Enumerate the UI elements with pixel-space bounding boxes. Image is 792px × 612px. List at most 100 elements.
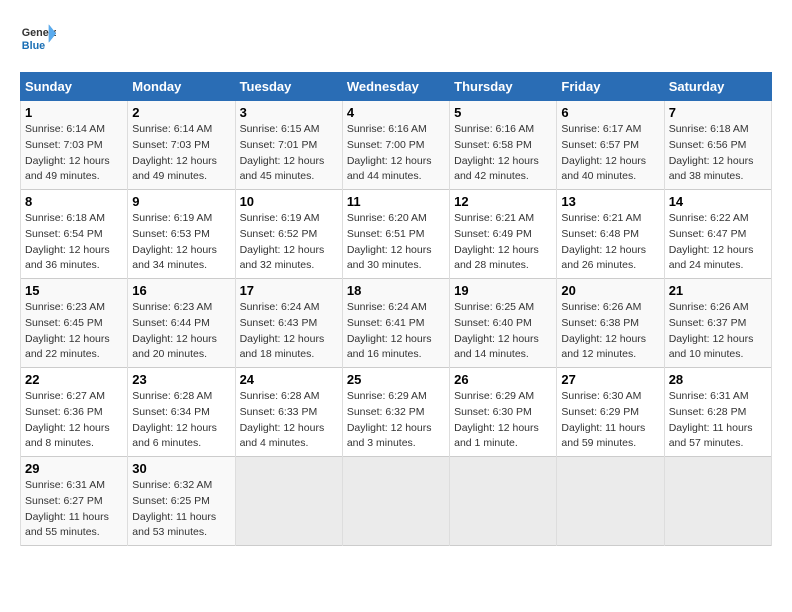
weekday-header-saturday: Saturday	[664, 73, 771, 101]
sunset-text: Sunset: 6:52 PM	[240, 228, 318, 240]
sunset-text: Sunset: 7:03 PM	[25, 139, 103, 151]
sunrise-text: Sunrise: 6:31 AM	[669, 390, 749, 402]
day-number: 18	[347, 283, 445, 298]
sunset-text: Sunset: 6:28 PM	[669, 406, 747, 418]
day-info: Sunrise: 6:29 AM Sunset: 6:30 PM Dayligh…	[454, 389, 552, 452]
weekday-header-monday: Monday	[128, 73, 235, 101]
calendar-cell: 30 Sunrise: 6:32 AM Sunset: 6:25 PM Dayl…	[128, 457, 235, 546]
day-number: 4	[347, 105, 445, 120]
day-number: 7	[669, 105, 767, 120]
daylight-text: Daylight: 12 hours and 12 minutes.	[561, 333, 646, 361]
page-header: General Blue	[20, 20, 772, 56]
day-info: Sunrise: 6:21 AM Sunset: 6:48 PM Dayligh…	[561, 211, 659, 274]
calendar-week-3: 15 Sunrise: 6:23 AM Sunset: 6:45 PM Dayl…	[21, 279, 772, 368]
day-info: Sunrise: 6:25 AM Sunset: 6:40 PM Dayligh…	[454, 300, 552, 363]
sunset-text: Sunset: 6:53 PM	[132, 228, 210, 240]
daylight-text: Daylight: 12 hours and 49 minutes.	[132, 155, 217, 183]
sunrise-text: Sunrise: 6:18 AM	[669, 123, 749, 135]
daylight-text: Daylight: 12 hours and 36 minutes.	[25, 244, 110, 272]
sunset-text: Sunset: 6:25 PM	[132, 495, 210, 507]
calendar-cell: 25 Sunrise: 6:29 AM Sunset: 6:32 PM Dayl…	[342, 368, 449, 457]
day-number: 29	[25, 461, 123, 476]
calendar-cell: 13 Sunrise: 6:21 AM Sunset: 6:48 PM Dayl…	[557, 190, 664, 279]
day-info: Sunrise: 6:16 AM Sunset: 7:00 PM Dayligh…	[347, 122, 445, 185]
calendar-cell: 6 Sunrise: 6:17 AM Sunset: 6:57 PM Dayli…	[557, 101, 664, 190]
day-info: Sunrise: 6:29 AM Sunset: 6:32 PM Dayligh…	[347, 389, 445, 452]
sunrise-text: Sunrise: 6:23 AM	[132, 301, 212, 313]
calendar-week-4: 22 Sunrise: 6:27 AM Sunset: 6:36 PM Dayl…	[21, 368, 772, 457]
daylight-text: Daylight: 11 hours and 55 minutes.	[25, 511, 109, 539]
weekday-header-thursday: Thursday	[450, 73, 557, 101]
day-info: Sunrise: 6:18 AM Sunset: 6:56 PM Dayligh…	[669, 122, 767, 185]
calendar-cell	[342, 457, 449, 546]
daylight-text: Daylight: 12 hours and 30 minutes.	[347, 244, 432, 272]
sunset-text: Sunset: 7:01 PM	[240, 139, 318, 151]
daylight-text: Daylight: 12 hours and 20 minutes.	[132, 333, 217, 361]
daylight-text: Daylight: 12 hours and 40 minutes.	[561, 155, 646, 183]
calendar-week-1: 1 Sunrise: 6:14 AM Sunset: 7:03 PM Dayli…	[21, 101, 772, 190]
sunset-text: Sunset: 6:32 PM	[347, 406, 425, 418]
sunrise-text: Sunrise: 6:16 AM	[347, 123, 427, 135]
day-number: 9	[132, 194, 230, 209]
day-number: 22	[25, 372, 123, 387]
sunrise-text: Sunrise: 6:20 AM	[347, 212, 427, 224]
daylight-text: Daylight: 12 hours and 22 minutes.	[25, 333, 110, 361]
calendar-cell: 28 Sunrise: 6:31 AM Sunset: 6:28 PM Dayl…	[664, 368, 771, 457]
day-info: Sunrise: 6:16 AM Sunset: 6:58 PM Dayligh…	[454, 122, 552, 185]
sunrise-text: Sunrise: 6:28 AM	[132, 390, 212, 402]
sunrise-text: Sunrise: 6:25 AM	[454, 301, 534, 313]
calendar-week-5: 29 Sunrise: 6:31 AM Sunset: 6:27 PM Dayl…	[21, 457, 772, 546]
day-number: 25	[347, 372, 445, 387]
sunset-text: Sunset: 6:56 PM	[669, 139, 747, 151]
sunrise-text: Sunrise: 6:31 AM	[25, 479, 105, 491]
day-number: 16	[132, 283, 230, 298]
calendar-cell	[235, 457, 342, 546]
day-number: 11	[347, 194, 445, 209]
sunset-text: Sunset: 6:47 PM	[669, 228, 747, 240]
calendar-cell: 8 Sunrise: 6:18 AM Sunset: 6:54 PM Dayli…	[21, 190, 128, 279]
calendar-cell: 18 Sunrise: 6:24 AM Sunset: 6:41 PM Dayl…	[342, 279, 449, 368]
svg-text:Blue: Blue	[22, 40, 45, 52]
calendar-cell	[450, 457, 557, 546]
sunset-text: Sunset: 6:57 PM	[561, 139, 639, 151]
calendar-cell: 10 Sunrise: 6:19 AM Sunset: 6:52 PM Dayl…	[235, 190, 342, 279]
calendar-cell: 3 Sunrise: 6:15 AM Sunset: 7:01 PM Dayli…	[235, 101, 342, 190]
sunrise-text: Sunrise: 6:29 AM	[347, 390, 427, 402]
calendar-cell: 23 Sunrise: 6:28 AM Sunset: 6:34 PM Dayl…	[128, 368, 235, 457]
sunrise-text: Sunrise: 6:26 AM	[561, 301, 641, 313]
calendar-cell: 20 Sunrise: 6:26 AM Sunset: 6:38 PM Dayl…	[557, 279, 664, 368]
daylight-text: Daylight: 12 hours and 28 minutes.	[454, 244, 539, 272]
weekday-header-tuesday: Tuesday	[235, 73, 342, 101]
day-info: Sunrise: 6:28 AM Sunset: 6:33 PM Dayligh…	[240, 389, 338, 452]
daylight-text: Daylight: 12 hours and 45 minutes.	[240, 155, 325, 183]
sunrise-text: Sunrise: 6:17 AM	[561, 123, 641, 135]
day-info: Sunrise: 6:28 AM Sunset: 6:34 PM Dayligh…	[132, 389, 230, 452]
day-info: Sunrise: 6:14 AM Sunset: 7:03 PM Dayligh…	[132, 122, 230, 185]
calendar-week-2: 8 Sunrise: 6:18 AM Sunset: 6:54 PM Dayli…	[21, 190, 772, 279]
sunset-text: Sunset: 6:43 PM	[240, 317, 318, 329]
calendar-cell: 11 Sunrise: 6:20 AM Sunset: 6:51 PM Dayl…	[342, 190, 449, 279]
calendar-cell: 17 Sunrise: 6:24 AM Sunset: 6:43 PM Dayl…	[235, 279, 342, 368]
day-info: Sunrise: 6:27 AM Sunset: 6:36 PM Dayligh…	[25, 389, 123, 452]
day-info: Sunrise: 6:17 AM Sunset: 6:57 PM Dayligh…	[561, 122, 659, 185]
calendar-cell: 7 Sunrise: 6:18 AM Sunset: 6:56 PM Dayli…	[664, 101, 771, 190]
daylight-text: Daylight: 12 hours and 14 minutes.	[454, 333, 539, 361]
calendar-cell: 5 Sunrise: 6:16 AM Sunset: 6:58 PM Dayli…	[450, 101, 557, 190]
day-info: Sunrise: 6:18 AM Sunset: 6:54 PM Dayligh…	[25, 211, 123, 274]
day-number: 28	[669, 372, 767, 387]
day-info: Sunrise: 6:31 AM Sunset: 6:28 PM Dayligh…	[669, 389, 767, 452]
sunrise-text: Sunrise: 6:30 AM	[561, 390, 641, 402]
day-number: 17	[240, 283, 338, 298]
day-number: 14	[669, 194, 767, 209]
sunrise-text: Sunrise: 6:16 AM	[454, 123, 534, 135]
day-number: 10	[240, 194, 338, 209]
calendar-cell: 15 Sunrise: 6:23 AM Sunset: 6:45 PM Dayl…	[21, 279, 128, 368]
sunset-text: Sunset: 6:54 PM	[25, 228, 103, 240]
day-number: 19	[454, 283, 552, 298]
day-info: Sunrise: 6:20 AM Sunset: 6:51 PM Dayligh…	[347, 211, 445, 274]
calendar-cell: 21 Sunrise: 6:26 AM Sunset: 6:37 PM Dayl…	[664, 279, 771, 368]
sunrise-text: Sunrise: 6:18 AM	[25, 212, 105, 224]
calendar-cell: 27 Sunrise: 6:30 AM Sunset: 6:29 PM Dayl…	[557, 368, 664, 457]
day-info: Sunrise: 6:26 AM Sunset: 6:37 PM Dayligh…	[669, 300, 767, 363]
day-info: Sunrise: 6:21 AM Sunset: 6:49 PM Dayligh…	[454, 211, 552, 274]
